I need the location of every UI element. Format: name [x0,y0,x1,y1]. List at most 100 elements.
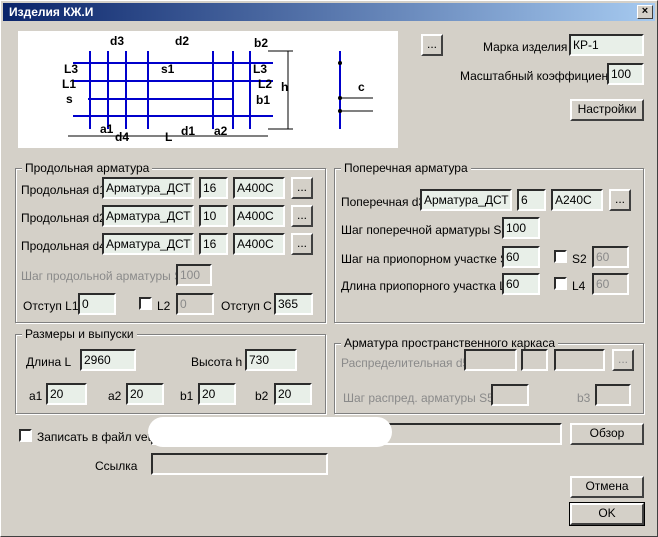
diagram-label: b1 [256,93,270,107]
offset-l1-input[interactable]: 0 [78,293,116,315]
diagram-label: d2 [175,34,189,48]
l2-label: L2 [157,299,171,313]
s1-input[interactable]: 60 [502,246,540,268]
cancel-button[interactable]: Отмена [570,476,644,498]
longitudinal-d1-browse-button[interactable]: ... [291,177,313,199]
s2-label: S2 [572,252,587,266]
longitudinal-d1-name[interactable]: Арматура_ДСТ [102,177,194,199]
diagram-label: c [358,80,365,94]
l2-checkbox[interactable] [139,297,152,310]
diagram-label: b2 [254,36,268,50]
s5-input[interactable] [491,384,529,406]
diagram-label: a2 [214,124,228,138]
close-button[interactable]: × [637,5,653,19]
longitudinal-d1-diameter[interactable]: 16 [199,177,228,199]
diagram-label: s [66,92,73,106]
l3-label: Длина приопорного участка L3 [341,279,513,293]
diagram-label: L1 [62,77,76,91]
b1-label: b1 [180,389,194,403]
l4-label: L4 [572,279,586,293]
longitudinal-d2-label: Продольная d2 [21,211,106,225]
transverse-d3-grade[interactable]: А240С [551,189,603,211]
scale-input[interactable]: 100 [607,63,644,85]
rebar-schema-drawing: d3 d2 b2 L3 s1 L3 L1 L2 h s b1 c a1 d4 L… [62,34,373,144]
s3-label: Шаг поперечной арматуры S3 [341,223,509,237]
longitudinal-d2-name[interactable]: Арматура_ДСТ [102,205,194,227]
longitudinal-d4-browse-button[interactable]: ... [291,233,313,255]
l4-checkbox[interactable] [554,277,567,290]
d5-grade-input[interactable] [554,349,605,371]
link-label: Ссылка [95,459,138,473]
frame-diagram: d3 d2 b2 L3 s1 L3 L1 L2 h s b1 c a1 d4 L… [18,31,398,148]
a2-label: a2 [108,389,122,403]
d5-diameter-input[interactable] [521,349,548,371]
longitudinal-d4-name[interactable]: Арматура_ДСТ [102,233,194,255]
length-input[interactable]: 2960 [80,349,136,371]
scale-label: Масштабный коэффициент [460,69,614,83]
d5-label: Распределительная d5 [341,356,470,370]
b1-input[interactable]: 20 [198,383,236,405]
longitudinal-d2-diameter[interactable]: 10 [199,205,228,227]
s1-label: Шаг на приопорном участке S1 [341,252,515,266]
transverse-d3-name[interactable]: Арматура_ДСТ [420,189,512,211]
longitudinal-d1-label: Продольная d1 [21,183,106,197]
offset-c-input[interactable]: 365 [274,293,313,315]
b3-label: b3 [577,391,591,405]
longitudinal-d2-grade[interactable]: А400С [233,205,285,227]
window-title: Изделия КЖ.И [9,5,94,19]
longitudinal-d4-diameter[interactable]: 16 [199,233,228,255]
b2-input[interactable]: 20 [274,383,312,405]
spatial-title: Арматура пространственного каркаса [341,336,559,350]
a2-input[interactable]: 20 [126,383,164,405]
write-file-label: Записать в файл vet [37,430,151,444]
height-input[interactable]: 730 [245,349,297,371]
longitudinal-step-label: Шаг продольной арматуры S [21,269,183,283]
longitudinal-d2-browse-button[interactable]: ... [291,205,313,227]
a1-label: a1 [29,389,43,403]
mark-label: Марка изделия [483,40,568,54]
diagram-label: L [165,130,172,144]
offset-c-label: Отступ С [221,299,272,313]
l4-input[interactable]: 60 [592,273,629,295]
file-browse-button[interactable]: Обзор [570,423,644,445]
diagram-label: h [281,80,288,94]
redaction-overlay [148,417,392,447]
write-file-checkbox[interactable] [19,429,32,442]
diagram-label: d1 [181,124,195,138]
diagram-label: L3 [253,62,267,76]
longitudinal-d4-label: Продольная d4 [21,239,106,253]
l2-input[interactable]: 0 [176,293,214,315]
link-input[interactable] [151,453,328,475]
longitudinal-d4-grade[interactable]: А400С [233,233,285,255]
height-label: Высота h [191,355,243,369]
offset-l1-label: Отступ L1 [23,299,79,313]
b3-input[interactable] [595,384,631,406]
length-label: Длина L [26,355,72,369]
transverse-d3-label: Поперечная d3 [341,195,426,209]
d5-name-input[interactable] [464,349,517,371]
title-bar: Изделия КЖ.И × [3,3,655,21]
s5-label: Шаг распред. арматуры S5 [343,391,494,405]
transverse-d3-browse-button[interactable]: ... [609,189,631,211]
dimensions-title: Размеры и выпуски [22,327,137,341]
s2-checkbox[interactable] [554,250,567,263]
longitudinal-title: Продольная арматура [22,161,153,175]
settings-button[interactable]: Настройки [570,99,644,121]
a1-input[interactable]: 20 [46,383,87,405]
diagram-label: a1 [100,122,114,136]
transverse-d3-diameter[interactable]: 6 [517,189,546,211]
d5-browse-button[interactable]: ... [612,349,634,371]
l3-input[interactable]: 60 [502,273,540,295]
diagram-label: d4 [115,130,129,144]
s3-input[interactable]: 100 [502,217,540,239]
dialog-window: Изделия КЖ.И × d3 d2 b2 L3 s1 L3 L1 L2 h… [0,0,658,537]
longitudinal-d1-grade[interactable]: А400С [233,177,285,199]
diagram-label: L3 [64,62,78,76]
schema-browse-button[interactable]: ... [421,34,443,56]
diagram-label: s1 [161,62,175,76]
mark-input[interactable]: КР-1 [569,34,644,56]
s2-input[interactable]: 60 [592,246,629,268]
longitudinal-step-input[interactable]: 100 [176,264,212,286]
ok-button[interactable]: OK [569,502,645,526]
b2-label: b2 [255,389,269,403]
